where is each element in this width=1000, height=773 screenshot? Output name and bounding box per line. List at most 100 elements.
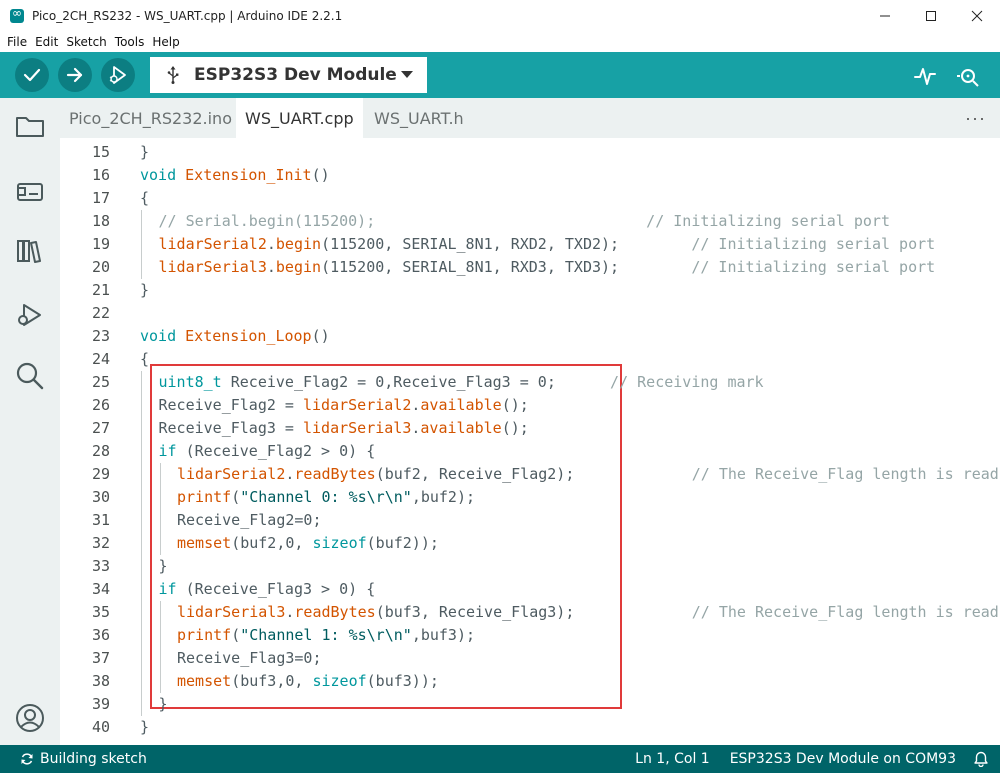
menu-tools[interactable]: Tools [115,35,145,49]
debug-button[interactable] [101,58,135,92]
code-line[interactable]: 22 [60,302,1000,325]
code-line[interactable]: 29 lidarSerial2.readBytes(buf2, Receive_F… [60,463,1000,486]
code-line[interactable]: 17 { [60,187,1000,210]
code-line[interactable]: 36 printf("Channel 1: %s\r\n",buf3); [60,624,1000,647]
indent-guide [141,647,142,670]
code-line[interactable]: 21} [60,279,1000,302]
status-right: Ln 1, Col 1 ESP32S3 Dev Module on COM93 [635,751,988,767]
code-line[interactable]: 15} [60,141,1000,164]
menu-help[interactable]: Help [152,35,179,49]
debug-panel-icon[interactable] [14,299,46,331]
code-token: sizeof [312,534,367,552]
code-text: Receive_Flag2=0; [177,509,322,532]
board-port[interactable]: ESP32S3 Dev Module on COM93 [730,751,956,767]
code-line[interactable]: 37 Receive_Flag3=0; [60,647,1000,670]
folder-icon[interactable] [14,110,46,142]
menu-edit[interactable]: Edit [35,35,58,49]
code-token: // Initializing serial port [691,235,936,253]
code-line[interactable]: 35 lidarSerial3.readBytes(buf3, Receive_F… [60,601,1000,624]
verify-button[interactable] [15,58,49,92]
menu-file[interactable]: File [7,35,27,49]
line-number: 23 [91,327,110,345]
search-icon[interactable] [14,360,46,392]
code-line[interactable]: 32 memset(buf2,0, sizeof(buf2)); [60,532,1000,555]
code-line[interactable]: 28 if (Receive_Flag2 > 0) { [60,440,1000,463]
code-line[interactable]: 40} [60,716,1000,739]
code-editor[interactable]: 15} 16 void Extension_Init() 17{18// Serial… [60,138,1000,745]
line-number: 32 [91,534,110,552]
serial-plotter-icon[interactable] [913,64,937,88]
code-token: lidarSerial2 [177,465,286,483]
code-token: (buf2,0, [231,534,313,552]
code-token: { [140,189,150,207]
code-line[interactable]: 18 // Serial.begin(115200); // Initializi… [60,210,1000,233]
minimize-button[interactable] [862,0,908,32]
code-line[interactable]: 31 Receive_Flag2=0; [60,509,1000,532]
indent-guide [159,486,161,509]
line-number: 18 [91,212,110,230]
code-token: if [158,442,177,460]
debug-icon [109,66,126,84]
code-line[interactable]: 34 if (Receive_Flag3 > 0) { [60,578,1000,601]
indent-guide [141,601,142,624]
code-token: uint8_t [158,373,222,391]
code-token: (buf2, Receive_Flag2); [375,465,692,483]
code-line[interactable]: 20 lidarSerial3.begin(115200, SERIAL_8N1,… [60,256,1000,279]
code-line[interactable]: 39} [60,693,1000,716]
indent-guide [141,532,142,555]
line-number: 27 [91,419,110,437]
indent-guide [141,463,142,486]
line-number: 35 [91,603,110,621]
code-token: ,buf2); [411,488,476,506]
menu-bar: File Edit Sketch Tools Help [0,32,1000,52]
code-token: void [140,327,177,345]
code-line[interactable]: 25 uint8_t Receive_Flag2 = 0,Receive_Flag… [60,371,1000,394]
code-text: } [159,555,168,578]
code-token: // Receiving mark [610,373,764,391]
activity-sidebar [0,98,60,745]
code-line[interactable]: 16 void Extension_Init() [60,164,1000,187]
code-text: if (Receive_Flag3 > 0) { [159,578,376,601]
notification-bell-icon[interactable] [974,751,988,767]
code-token: "Channel 1: %s\r\n" [240,626,412,644]
code-line[interactable]: 26 Receive_Flag2 = lidarSerial2.available… [60,394,1000,417]
code-line[interactable]: 38 memset(buf3,0, sizeof(buf3)); [60,670,1000,693]
menu-sketch[interactable]: Sketch [66,35,106,49]
code-token: (); [501,419,529,437]
code-token: { [140,350,150,368]
close-button[interactable] [954,0,1000,32]
code-token: readBytes [294,465,376,483]
indent-guide [141,417,142,440]
code-line[interactable]: 23 void Extension_Loop() [60,325,1000,348]
code-text: lidarSerial3.begin(115200, SERIAL_8N1, R… [159,256,936,279]
serial-monitor-icon[interactable] [956,64,980,88]
code-line[interactable]: 19 lidarSerial2.begin(115200, SERIAL_8N1,… [60,233,1000,256]
code-line[interactable]: 33} [60,555,1000,578]
code-line[interactable]: 24 { [60,348,1000,371]
line-number: 29 [91,465,110,483]
code-token: (Receive_Flag2 > 0) { [176,442,376,460]
code-token: // Initializing serial port [691,258,936,276]
code-line[interactable]: 30 printf("Channel 0: %s\r\n",buf2); [60,486,1000,509]
maximize-button[interactable] [908,0,954,32]
code-token: (115200, SERIAL_8N1, RXD2, TXD2); [321,235,692,253]
account-icon[interactable] [14,702,46,734]
upload-button[interactable] [58,58,92,92]
code-token: lidarSerial3 [303,419,412,437]
board-manager-icon[interactable] [14,175,46,207]
code-text: Receive_Flag3 = lidarSerial3.available()… [159,417,529,440]
board-selector[interactable]: ESP32S3 Dev Module [150,57,427,93]
tab-pico-2ch-rs232-ino[interactable]: Pico_2CH_RS232.ino [60,98,241,138]
more-tabs-icon[interactable]: ··· [965,108,986,129]
code-token: printf [177,488,232,506]
code-token: // The Receive_Flag length is read [691,465,999,483]
code-line[interactable]: 27 Receive_Flag3 = lidarSerial3.available… [60,417,1000,440]
code-text: { [140,348,149,371]
code-token: (buf3)); [366,672,439,690]
cursor-position[interactable]: Ln 1, Col 1 [635,751,710,767]
tab-ws-uart-cpp[interactable]: WS_UART.cpp [236,98,363,138]
code-token: } [140,143,150,161]
library-manager-icon[interactable] [14,235,46,267]
tab-ws-uart-h[interactable]: WS_UART.h [365,98,473,138]
